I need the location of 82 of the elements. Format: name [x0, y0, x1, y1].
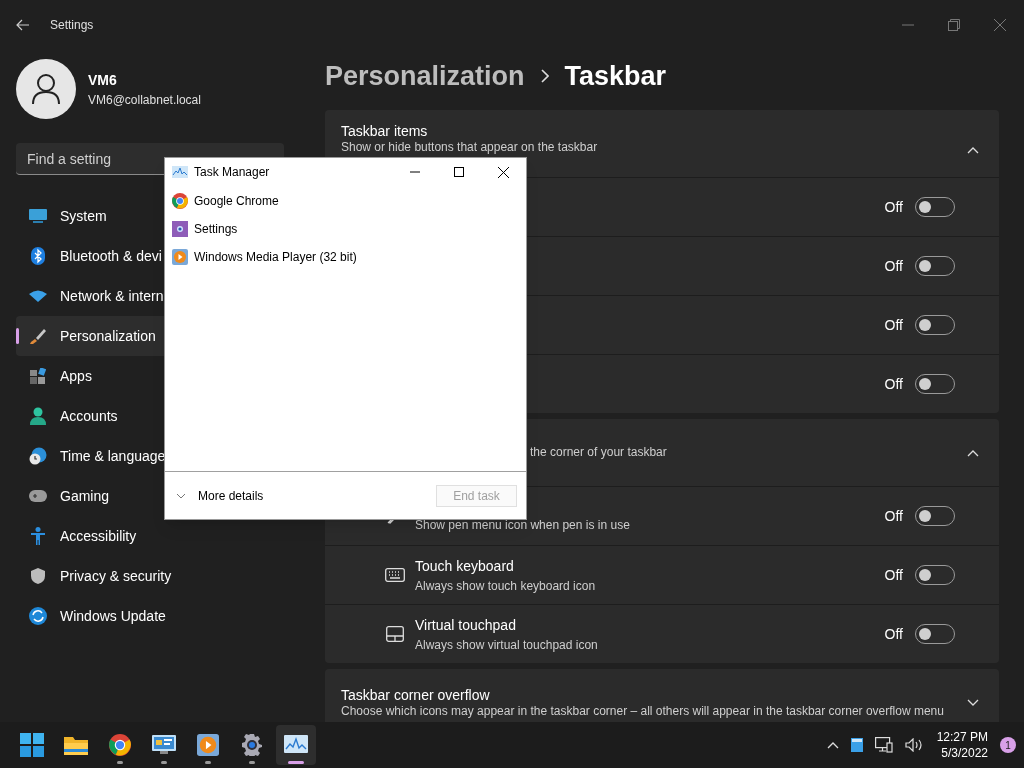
running-indicator [161, 761, 167, 764]
section-header[interactable]: Taskbar corner overflow Choose which icons may appear in the taskbar corner – all others will appear in the taskbar corner overflow menu [325, 669, 999, 722]
toggle-label: Off [884, 506, 903, 526]
shield-icon [31, 568, 45, 584]
app-list-item[interactable]: Settings [165, 215, 526, 243]
window-title: Settings [50, 17, 94, 34]
maximize-icon[interactable] [454, 167, 464, 177]
notification-badge[interactable]: 1 [1000, 737, 1016, 753]
control-panel-icon[interactable] [152, 735, 176, 755]
settings-app-icon [172, 221, 188, 237]
person-icon [30, 407, 46, 425]
tablet-icon[interactable] [850, 738, 863, 752]
sidebar-item[interactable]: Privacy & security [16, 556, 284, 596]
settings-icon[interactable] [241, 734, 263, 756]
setting-title: Virtual touchpad [415, 615, 517, 635]
bluetooth-icon [31, 247, 45, 265]
wifi-icon [29, 290, 47, 302]
media-player-icon[interactable] [197, 734, 219, 756]
chevron-up-icon[interactable] [967, 448, 979, 457]
display-icon [29, 209, 47, 223]
running-indicator [288, 761, 304, 764]
chrome-icon [172, 193, 188, 209]
chevron-down-icon [176, 492, 186, 499]
back-arrow-icon[interactable] [16, 19, 30, 31]
accessibility-icon [31, 527, 45, 545]
sidebar-item[interactable]: Accounts [16, 396, 284, 436]
brush-icon [30, 328, 46, 344]
sidebar-item[interactable]: Network & intern [16, 276, 284, 316]
sidebar-item[interactable]: Apps [16, 356, 284, 396]
media-player-icon [172, 249, 188, 265]
setting-description: Always show touch keyboard icon [415, 577, 596, 595]
toggle-label: Off [884, 315, 903, 335]
gamepad-icon [29, 490, 47, 502]
running-indicator [205, 761, 211, 764]
close-icon[interactable] [498, 166, 509, 178]
chevron-up-icon[interactable] [967, 146, 979, 154]
chrome-icon[interactable] [109, 734, 131, 756]
clock[interactable]: 12:27 PM 5/3/2022 [936, 729, 988, 761]
sidebar-item[interactable]: Windows Update [16, 596, 284, 636]
toggle-label: Off [884, 565, 903, 585]
update-icon [29, 607, 47, 625]
keyboard-icon [385, 568, 405, 582]
restore-icon[interactable] [948, 19, 960, 31]
setting-description: Show pen menu icon when pen is in use [415, 517, 630, 534]
user-email: VM6@collabnet.local [88, 91, 201, 109]
running-indicator [117, 761, 123, 764]
breadcrumb-parent[interactable]: Personalization [325, 55, 525, 97]
folder-icon[interactable] [64, 735, 88, 755]
chevron-down-icon[interactable] [967, 698, 979, 707]
globe-clock-icon [29, 447, 47, 465]
sidebar-item[interactable]: Time & language [16, 436, 284, 476]
more-details-button[interactable]: More details [176, 486, 264, 505]
toggle-label: Off [884, 256, 903, 276]
chevron-right-icon [540, 69, 549, 83]
section-title: Taskbar items [341, 123, 429, 140]
running-indicator [249, 761, 255, 764]
app-list-item[interactable]: Windows Media Player (32 bit) [165, 243, 526, 271]
selection-indicator [16, 328, 19, 344]
task-manager-icon[interactable] [284, 735, 308, 755]
page-title: Taskbar [564, 59, 667, 93]
task-manager-icon [172, 166, 188, 178]
section-subtitle: Choose which icons may appear in the taskbar corner – all others will appear in the taskbar corner overflow menu [341, 703, 944, 719]
toggle-label: Off [884, 624, 903, 644]
chevron-up-icon[interactable] [826, 741, 839, 749]
speaker-icon[interactable] [904, 738, 923, 752]
setting-title: Touch keyboard [415, 556, 515, 576]
touchpad-icon [386, 626, 404, 642]
section-subtitle: the corner of your taskbar [530, 445, 667, 460]
start-icon[interactable] [20, 733, 44, 757]
section-header[interactable]: the corner of your taskbar [325, 419, 999, 486]
apps-icon [30, 368, 46, 384]
toggle-label: Off [884, 197, 903, 217]
sidebar-item[interactable]: Accessibility [16, 516, 284, 556]
person-silhouette-icon [32, 74, 60, 104]
section-title: Taskbar corner overflow [341, 686, 491, 704]
section-subtitle: Show or hide buttons that appear on the taskbar [341, 140, 598, 155]
section-header[interactable]: Taskbar items Show or hide buttons that appear on the taskbar [325, 110, 999, 177]
toggle-label: Off [884, 374, 903, 394]
app-list-item[interactable]: Google Chrome [165, 187, 526, 215]
network-icon[interactable] [874, 737, 893, 753]
setting-description: Always show virtual touchpad icon [415, 636, 598, 654]
user-name: VM6 [88, 70, 118, 90]
